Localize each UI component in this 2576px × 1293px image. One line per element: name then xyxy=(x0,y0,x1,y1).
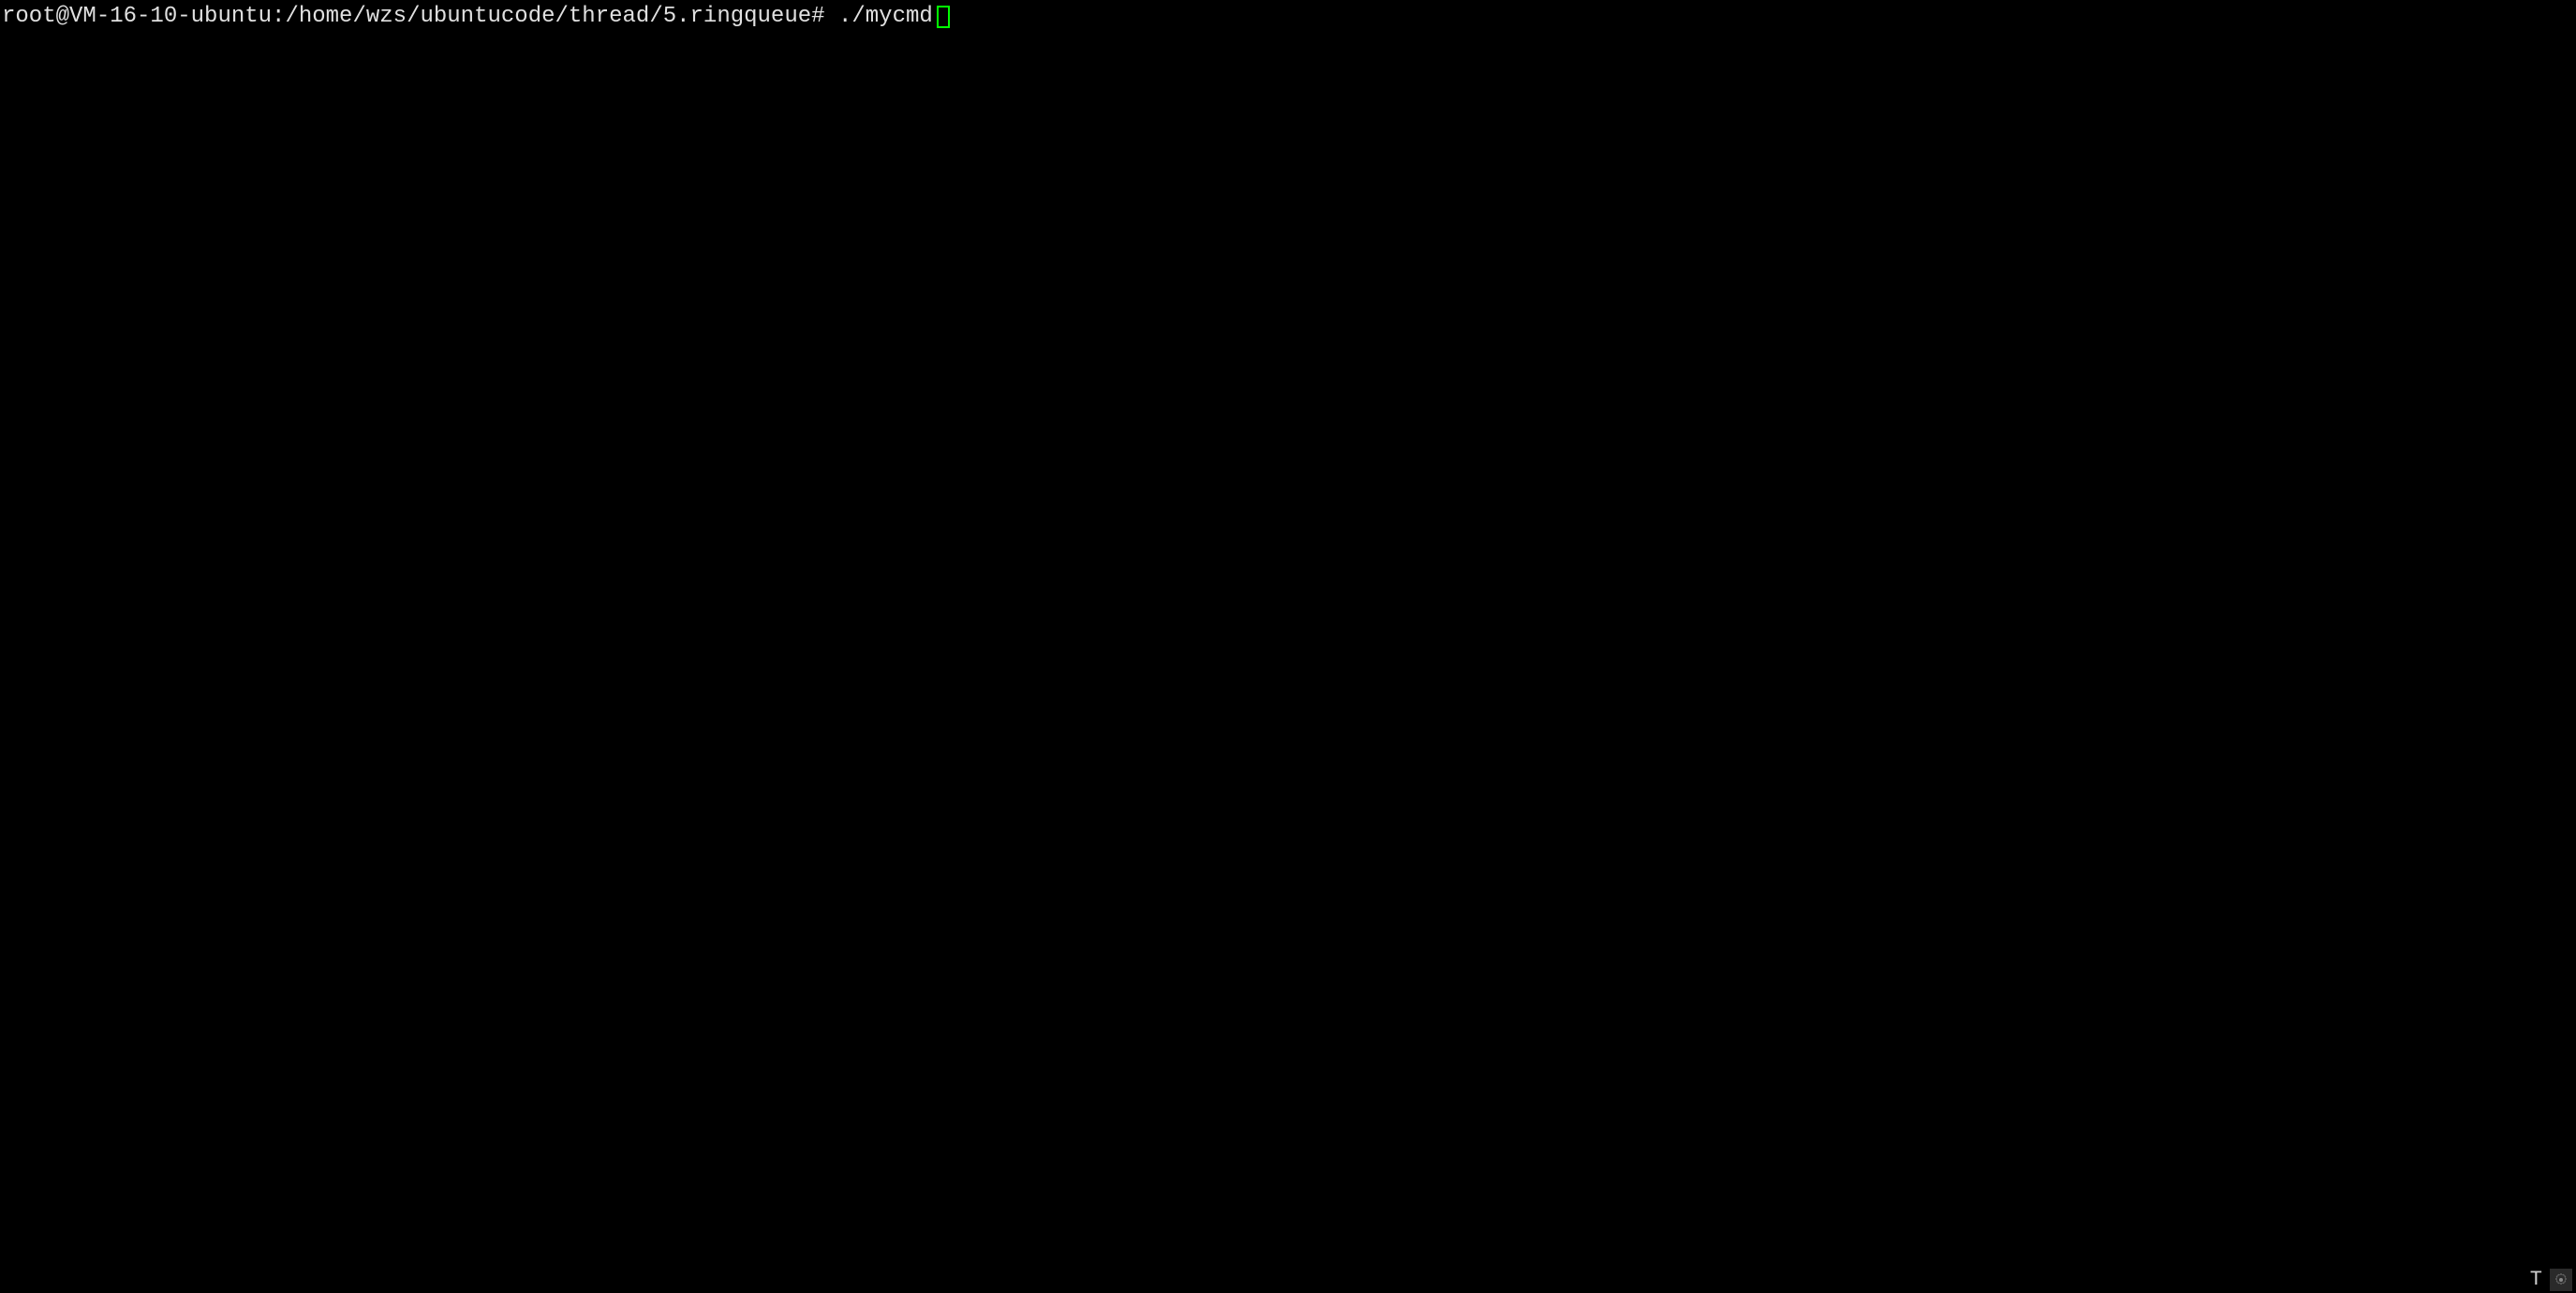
settings-icon[interactable] xyxy=(2550,1269,2572,1291)
status-indicator: T xyxy=(2530,1268,2542,1291)
prompt-line: root@VM-16-10-ubuntu:/home/wzs/ubuntucod… xyxy=(2,4,2574,31)
cursor xyxy=(937,6,950,28)
status-bar: T xyxy=(2530,1268,2572,1291)
command-text: ./mycmd xyxy=(838,4,933,31)
shell-prompt: root@VM-16-10-ubuntu:/home/wzs/ubuntucod… xyxy=(2,4,838,31)
terminal-area[interactable]: root@VM-16-10-ubuntu:/home/wzs/ubuntucod… xyxy=(0,0,2576,1293)
